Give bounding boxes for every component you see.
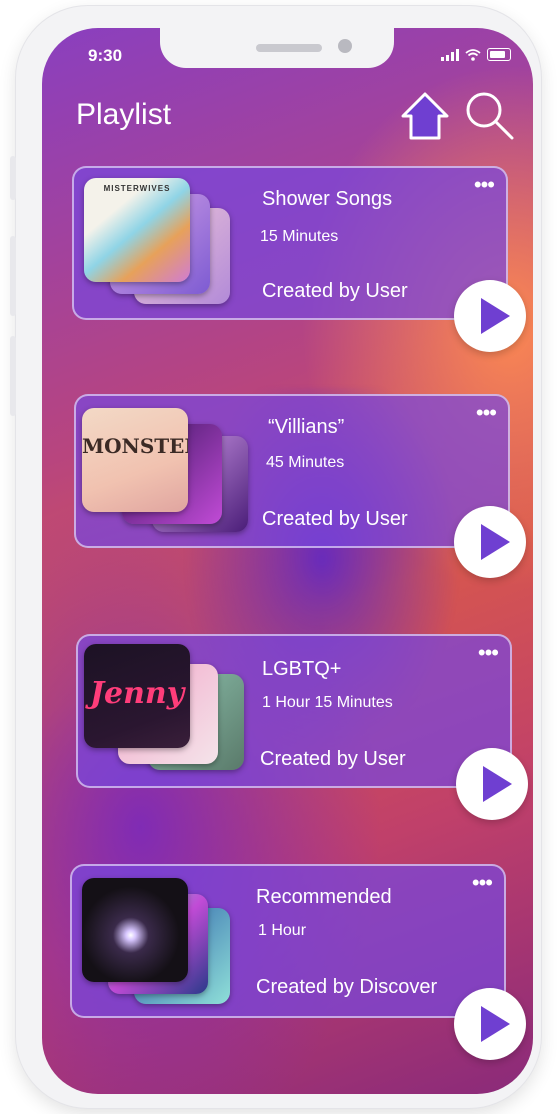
play-button[interactable] bbox=[454, 506, 526, 578]
status-time: 9:30 bbox=[88, 46, 123, 65]
more-options-icon[interactable]: ••• bbox=[472, 872, 493, 894]
playlist-creator: Created by Discover bbox=[256, 976, 438, 998]
play-button[interactable] bbox=[454, 988, 526, 1060]
more-options-icon[interactable]: ••• bbox=[476, 402, 497, 424]
album-art-label: MONSTER bbox=[82, 434, 188, 458]
home-icon[interactable] bbox=[397, 88, 453, 144]
volume-up-button bbox=[10, 236, 16, 316]
speaker bbox=[256, 44, 322, 52]
battery-icon bbox=[487, 48, 511, 61]
playlist-name: Shower Songs bbox=[262, 188, 393, 210]
playlist-card[interactable]: MONSTER “Villians” 45 Minutes Created by… bbox=[74, 394, 510, 548]
wifi-icon bbox=[465, 49, 481, 61]
playlist-creator: Created by User bbox=[262, 508, 408, 530]
playlist-card[interactable]: Jenny LGBTQ+ 1 Hour 15 Minutes Created b… bbox=[76, 634, 512, 788]
camera bbox=[338, 39, 352, 53]
playlist-duration: 45 Minutes bbox=[266, 454, 345, 471]
play-icon bbox=[481, 1006, 510, 1042]
playlist-card[interactable]: MISTERWIVES Shower Songs 15 Minutes Crea… bbox=[72, 166, 508, 320]
album-art-label: MISTERWIVES bbox=[103, 184, 171, 193]
signal-icon bbox=[441, 49, 459, 61]
playlist-creator: Created by User bbox=[260, 748, 406, 770]
album-art: MISTERWIVES bbox=[84, 178, 190, 282]
page-title: Playlist bbox=[76, 98, 172, 131]
playlist-name: “Villians” bbox=[268, 416, 345, 438]
playlist-creator: Created by User bbox=[262, 280, 408, 302]
more-options-icon[interactable]: ••• bbox=[474, 174, 495, 196]
album-art bbox=[82, 878, 188, 982]
album-art: Jenny bbox=[84, 644, 190, 748]
play-icon bbox=[481, 298, 510, 334]
album-art: MONSTER bbox=[82, 408, 188, 512]
search-icon[interactable] bbox=[462, 86, 518, 142]
play-button[interactable] bbox=[456, 748, 528, 820]
play-icon bbox=[483, 766, 512, 802]
play-button[interactable] bbox=[454, 280, 526, 352]
app-screen: 9:30 Playlist MISTERWIVES Shower Songs 1… bbox=[42, 28, 533, 1094]
playlist-duration: 1 Hour 15 Minutes bbox=[262, 694, 393, 711]
notch bbox=[160, 28, 394, 68]
playlist-name: LGBTQ+ bbox=[262, 658, 342, 680]
playlist-name: Recommended bbox=[256, 886, 392, 908]
volume-down-button bbox=[10, 336, 16, 416]
more-options-icon[interactable]: ••• bbox=[478, 642, 499, 664]
playlist-duration: 15 Minutes bbox=[260, 228, 339, 245]
play-icon bbox=[481, 524, 510, 560]
status-icons bbox=[441, 48, 511, 61]
side-button bbox=[10, 156, 16, 200]
playlist-duration: 1 Hour bbox=[258, 922, 307, 939]
playlist-card[interactable]: Recommended 1 Hour Created by Discover •… bbox=[70, 864, 506, 1018]
album-art-label: Jenny bbox=[89, 676, 185, 711]
